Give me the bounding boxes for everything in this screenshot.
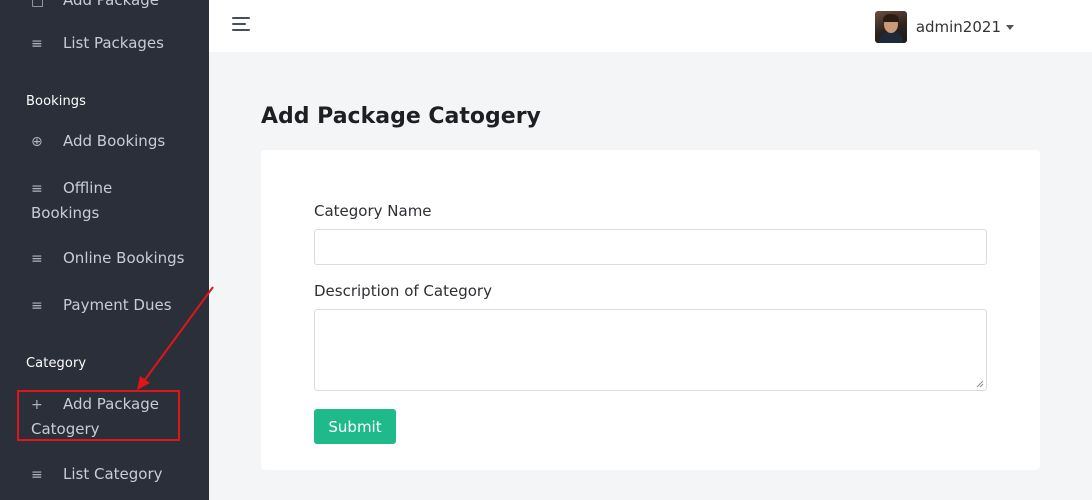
add-category-form: Category Name Description of Category Su… — [261, 150, 1040, 470]
square-icon: □ — [31, 0, 45, 9]
user-menu[interactable]: admin2021 — [874, 11, 1014, 43]
list-icon: ≡ — [31, 36, 43, 52]
resize-handle-icon[interactable] — [976, 380, 984, 388]
caret-down-icon[interactable] — [1006, 24, 1014, 30]
description-label: Description of Category — [314, 282, 492, 300]
sidebar-item-offline-bookings[interactable]: ≡ Offline Bookings — [31, 176, 201, 225]
sidebar: □ Add Package ≡ List Packages Bookings ⊕ Ad… — [0, 0, 209, 500]
plus-circle-icon: ⊕ — [31, 134, 43, 150]
hamburger-menu-icon[interactable] — [232, 17, 252, 33]
sidebar-item-label: Online Bookings — [63, 249, 185, 267]
avatar[interactable] — [874, 11, 907, 43]
page-title: Add Package Catogery — [261, 104, 541, 129]
sidebar-item-add-package[interactable]: □ Add Package — [31, 0, 159, 13]
list-icon: ≡ — [31, 251, 43, 267]
top-header: admin2021 — [209, 0, 1092, 52]
sidebar-item-label: Add Package — [63, 0, 159, 9]
description-textarea[interactable] — [314, 309, 987, 391]
category-name-input[interactable] — [314, 229, 987, 265]
list-icon: ≡ — [31, 298, 43, 314]
list-icon: ≡ — [31, 181, 43, 197]
sidebar-item-payment-dues[interactable]: ≡ Payment Dues — [31, 293, 172, 318]
sidebar-item-label: Add Bookings — [63, 132, 166, 150]
category-name-label: Category Name — [314, 202, 432, 220]
sidebar-item-add-bookings[interactable]: ⊕ Add Bookings — [31, 129, 165, 154]
sidebar-item-label: List Packages — [63, 34, 164, 52]
sidebar-section-bookings: Bookings — [26, 94, 87, 109]
sidebar-item-list-category[interactable]: ≡ List Category — [31, 462, 163, 487]
highlight-box — [17, 390, 180, 441]
sidebar-section-category: Category — [26, 356, 87, 371]
sidebar-item-label-line2: Bookings — [31, 204, 100, 222]
username[interactable]: admin2021 — [916, 18, 1001, 36]
list-icon: ≡ — [31, 467, 43, 483]
sidebar-item-label: List Category — [63, 465, 163, 483]
sidebar-item-online-bookings[interactable]: ≡ Online Bookings — [31, 246, 185, 271]
submit-button[interactable]: Submit — [314, 409, 396, 444]
sidebar-item-label: Offline — [63, 179, 113, 197]
sidebar-item-list-packages[interactable]: ≡ List Packages — [31, 31, 164, 56]
sidebar-item-label: Payment Dues — [63, 296, 172, 314]
